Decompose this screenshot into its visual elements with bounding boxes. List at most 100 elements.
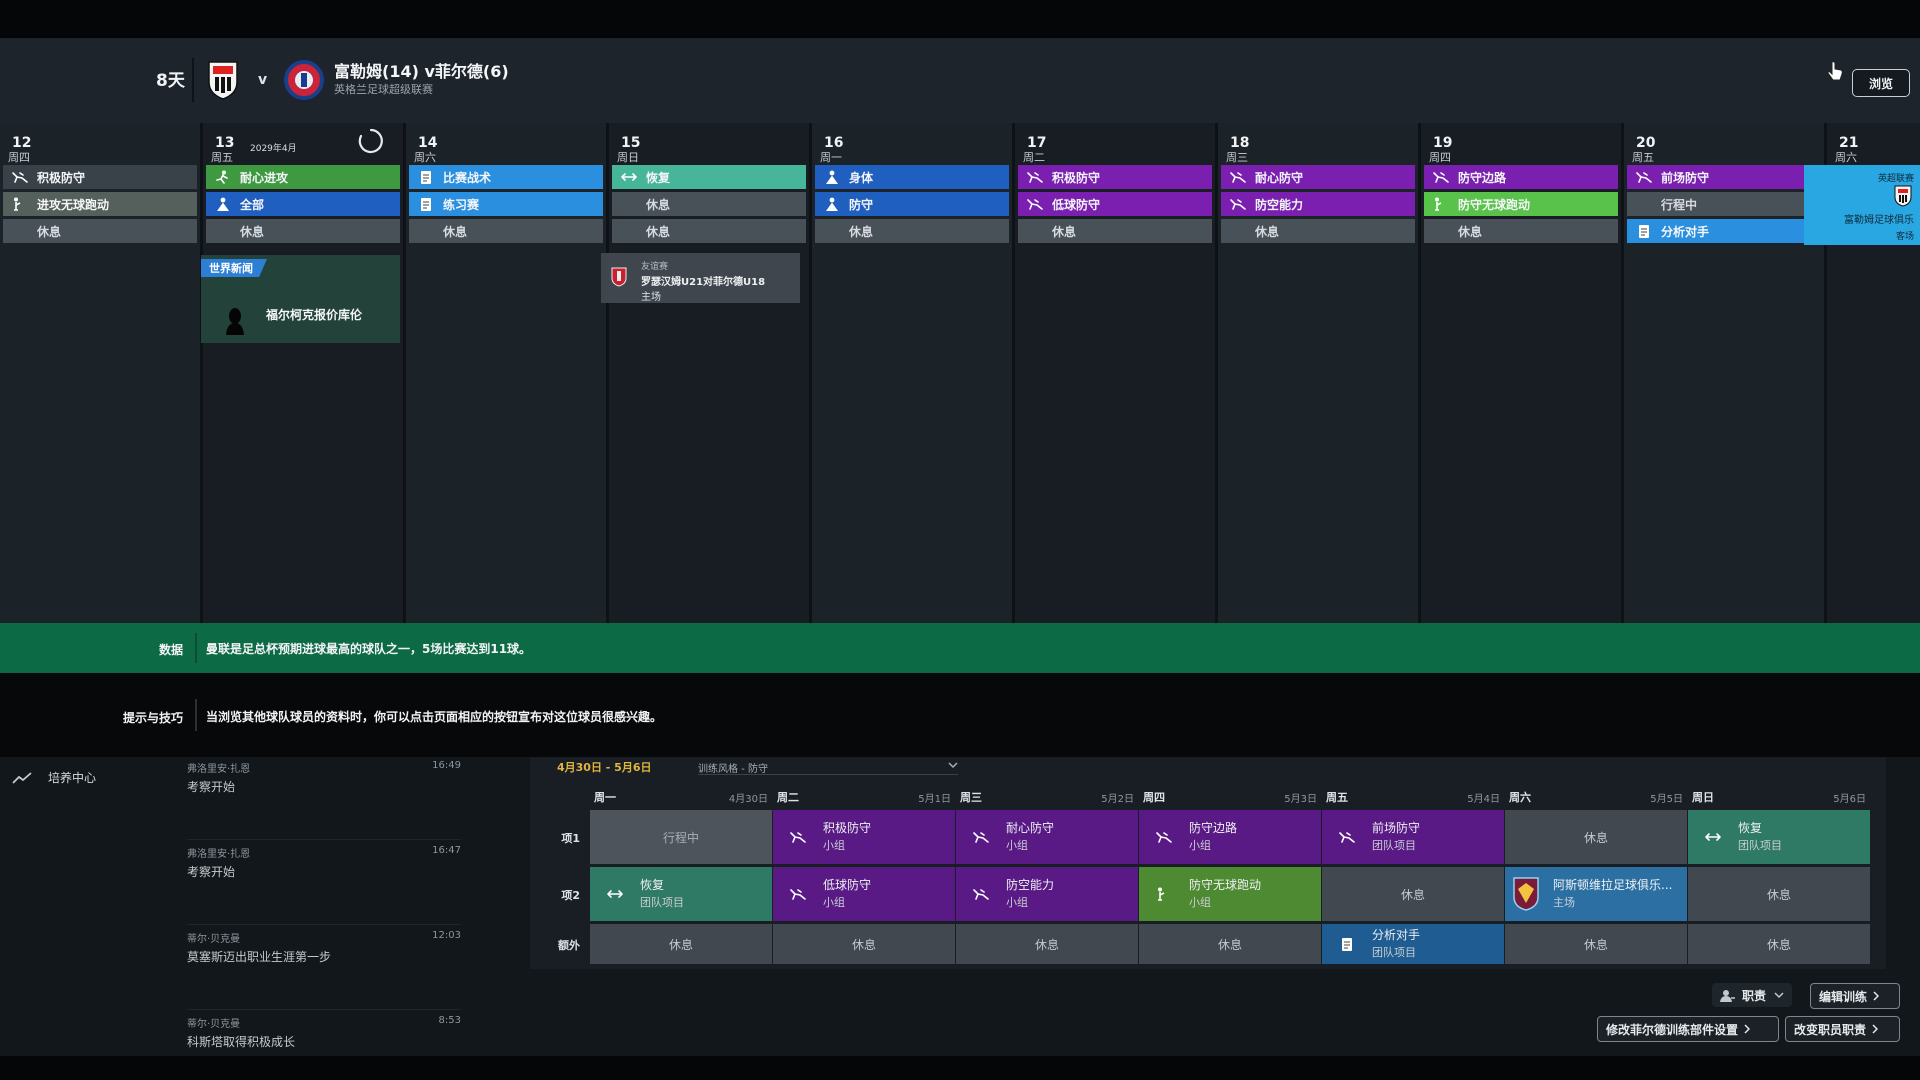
feed-author: 弗洛里安·扎恩 [187,849,251,860]
training-session-slot[interactable]: 全部 [206,192,400,216]
schedule-cell[interactable]: 恢复 团队项目 [1688,810,1870,864]
day-header[interactable]: 18 周三 [1218,129,1418,164]
day-header[interactable]: 12 周四 [0,129,200,164]
day-header[interactable]: 17 周二 [1015,129,1215,164]
training-session-slot[interactable]: 积极防守 [3,165,197,189]
session-label: 分析对手 [1661,224,1710,239]
training-session-slot[interactable]: 低球防守 [1018,192,1212,216]
training-session-slot[interactable]: 休息 [1018,219,1212,243]
training-session-slot[interactable]: 休息 [815,219,1009,243]
schedule-cell[interactable]: 恢复 团队项目 [590,867,772,921]
league-match-card[interactable]: 英超联赛 富勒姆足球俱乐 客场 [1804,165,1920,245]
schedule-cell[interactable]: 休息 [1688,867,1870,921]
edit-training-button[interactable]: 编辑训练 [1810,983,1900,1009]
schedule-cell[interactable]: 休息 [590,924,772,964]
feed-item[interactable]: 弗洛里安·扎恩 16:47 考察开始 [187,845,461,925]
schedule-cell[interactable]: 前场防守 团队项目 [1322,810,1504,864]
training-session-slot[interactable]: 休息 [1424,219,1618,243]
schedule-cell[interactable]: 休息 [1688,924,1870,964]
day-header[interactable]: 14 周六 [406,129,606,164]
training-session-slot[interactable]: 休息 [409,219,603,243]
schedule-cell[interactable]: 防守边路 小组 [1139,810,1321,864]
schedule-cell[interactable]: 积极防守 小组 [773,810,955,864]
training-session-slot[interactable]: 防守无球跑动 [1424,192,1618,216]
training-style-select[interactable]: 训练风格 - 防守 [698,757,958,775]
training-style-value: 训练风格 - 防守 [698,764,768,775]
session-title: 分析对手 [1372,928,1421,942]
change-staff-label: 改变职员职责 [1794,1022,1867,1037]
schedule-cell[interactable]: 低球防守 小组 [773,867,955,921]
training-session-slot[interactable]: 防空能力 [1221,192,1415,216]
friendly-title: 罗瑟汉姆U21对菲尔德U18 [641,277,766,288]
opponent-crest-icon[interactable] [284,58,324,102]
schedule-cell[interactable]: 防守无球跑动 小组 [1139,867,1321,921]
schedule-cell[interactable]: 休息 [1322,867,1504,921]
training-session-slot[interactable]: 练习赛 [409,192,603,216]
training-session-slot[interactable]: 分析对手 [1627,219,1821,243]
schedule-cell[interactable]: 休息 [773,924,955,964]
training-session-slot[interactable]: 比赛战术 [409,165,603,189]
schedule-cell[interactable]: 耐心防守 小组 [956,810,1138,864]
training-session-slot[interactable]: 休息 [612,192,806,216]
browse-button[interactable]: 浏览 [1852,69,1910,97]
schedule-cell[interactable]: 休息 [1139,924,1321,964]
session-type: 团队项目 [1372,839,1416,852]
schedule-date: 5月4日 [1467,794,1500,805]
news-headline: 福尔柯克报价库伦 [266,308,363,322]
data-fact-banner: 数据 曼联是足总杯预期进球最高的球队之一，5场比赛达到11球。 [0,623,1920,673]
day-header[interactable]: 21 周六 [1827,129,1920,164]
training-session-slot[interactable]: 防守边路 [1424,165,1618,189]
match-card-venue: 客场 [1895,232,1914,242]
friendly-type: 友谊赛 [641,262,669,272]
training-session-slot[interactable]: 积极防守 [1018,165,1212,189]
training-session-slot[interactable]: 休息 [612,219,806,243]
training-session-slot[interactable]: 休息 [206,219,400,243]
schedule-cell[interactable]: 休息 [1505,810,1687,864]
feed-item[interactable]: 蒂尔·贝克曼 8:53 科斯塔取得积极成长 [187,1015,461,1080]
duty-dropdown[interactable]: 职责 [1712,983,1793,1007]
tactics-icon [1639,225,1649,238]
feed-item[interactable]: 弗洛里安·扎恩 16:49 考察开始 [187,760,461,840]
training-session-slot[interactable]: 前场防守 [1627,165,1821,189]
day-header[interactable]: 19 周四 [1421,129,1621,164]
day-header[interactable]: 15 周日 [609,129,809,164]
person-icon [826,170,838,184]
recovery-icon [621,173,637,181]
schedule-cell[interactable]: 行程中 [590,810,772,864]
training-session-slot[interactable]: 耐心进攻 [206,165,400,189]
day-header[interactable]: 16 周一 [812,129,1012,164]
training-session-slot[interactable]: 身体 [815,165,1009,189]
week-range[interactable]: 4月30日 - 5月6日 [557,759,652,775]
training-session-slot[interactable]: 恢复 [612,165,806,189]
session-title: 前场防守 [1372,821,1421,835]
session-label: 耐心进攻 [240,170,289,185]
cell-text: 恢复 团队项目 [640,877,684,911]
training-session-slot[interactable]: 防守 [815,192,1009,216]
training-session-slot[interactable]: 耐心防守 [1221,165,1415,189]
schedule-cell[interactable]: 休息 [1505,924,1687,964]
defend-icon [12,172,28,183]
schedule-weekday: 周日 [1692,791,1714,804]
modify-training-settings-button[interactable]: 修改菲尔德训练部件设置 [1597,1016,1779,1042]
world-news-card[interactable]: 世界新闻 福尔柯克报价库伦 [201,255,400,343]
schedule-cell[interactable]: 阿斯顿维拉足球俱乐... 主场 [1505,867,1687,921]
session-title: 恢复 [1738,821,1763,835]
training-session-slot[interactable]: 休息 [1221,219,1415,243]
match-card-competition: 英超联赛 [1877,174,1914,184]
schedule-cell[interactable]: 防空能力 小组 [956,867,1138,921]
sidebar-item-development-centre[interactable]: 培养中心 [12,769,96,786]
fulham-crest-icon[interactable] [206,60,240,100]
schedule-date: 5月5日 [1650,794,1683,805]
training-session-slot[interactable]: 进攻无球跑动 [3,192,197,216]
match-title[interactable]: 富勒姆(14) v菲尔德(6) [334,58,509,82]
day-header[interactable]: 20 周五 [1624,129,1824,164]
friendly-match-card[interactable]: 友谊赛 罗瑟汉姆U21对菲尔德U18 主场 [601,253,800,303]
training-session-slot[interactable]: 行程中 [1627,192,1821,216]
training-session-slot[interactable]: 休息 [3,219,197,243]
change-staff-duties-button[interactable]: 改变职员职责 [1785,1016,1900,1042]
session-type: 团队项目 [1372,946,1416,959]
schedule-cell[interactable]: 分析对手 团队项目 [1322,924,1504,964]
schedule-cell[interactable]: 休息 [956,924,1138,964]
feed-item[interactable]: 蒂尔·贝克曼 12:03 莫塞斯迈出职业生涯第一步 [187,930,461,1010]
tips-divider [195,699,197,731]
